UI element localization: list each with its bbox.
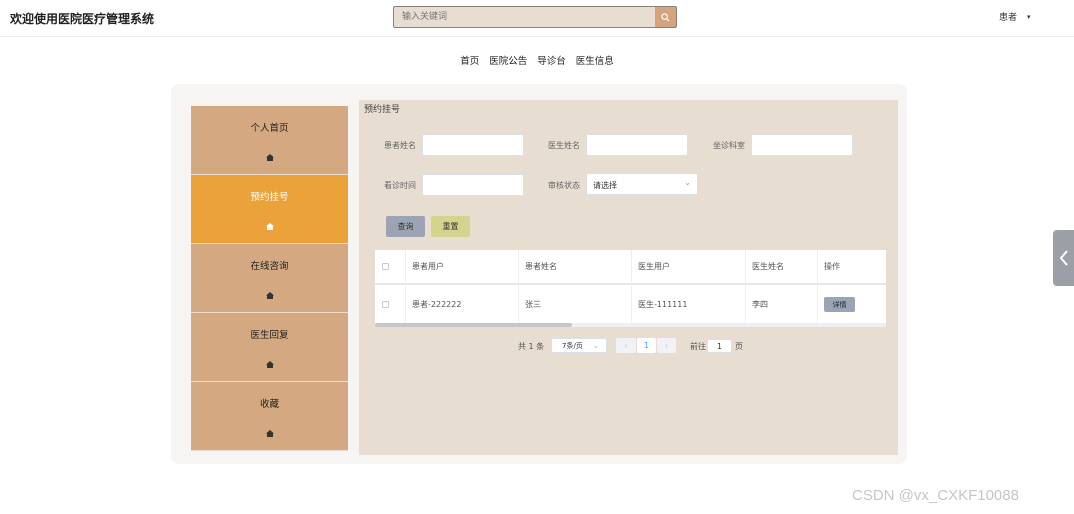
page-title: 预约挂号 (364, 105, 401, 115)
column-header: 医生姓名 (746, 250, 818, 283)
user-label: 患者 (999, 13, 1018, 23)
sidebar-item-doctor-reply[interactable]: 医生回复 (191, 313, 348, 382)
sidebar-item-label: 个人首页 (250, 122, 289, 134)
table-cell: 张三 (519, 286, 632, 323)
top-nav: 首页 医院公告 导诊台 医生信息 (0, 53, 1074, 67)
visit-time-label: 看诊时间 (384, 181, 416, 190)
sidebar: 个人首页 预约挂号 在线咨询 医生回复 收藏 (191, 106, 348, 451)
nav-doctor-info[interactable]: 医生信息 (576, 53, 614, 67)
visit-time-input[interactable] (422, 174, 524, 196)
page-size-select[interactable]: 7条/页 ⌄ (551, 338, 607, 353)
column-header: 患者用户 (406, 250, 519, 283)
review-status-select[interactable]: 请选择 ⌄ (586, 173, 698, 195)
nav-home[interactable]: 首页 (460, 53, 479, 67)
patient-name-input[interactable] (422, 134, 524, 156)
header: 欢迎使用医院医疗管理系统 患者 ▾ (0, 0, 1074, 37)
select-all-cell (375, 250, 406, 283)
sidebar-item-consultation[interactable]: 在线咨询 (191, 244, 348, 313)
home-icon (265, 153, 274, 161)
total-count: 共 1 条 (518, 342, 545, 351)
sidebar-item-label: 收藏 (259, 398, 279, 410)
reset-button[interactable]: 重置 (431, 216, 470, 237)
chevron-left-icon (1059, 250, 1068, 266)
goto-page-input[interactable]: 1 (707, 339, 732, 353)
sidebar-item-label: 预约挂号 (250, 191, 289, 203)
home-icon (265, 291, 274, 299)
detail-button[interactable]: 详情 (824, 297, 855, 312)
row-checkbox[interactable] (382, 301, 389, 308)
search-icon (661, 12, 670, 21)
collapse-handle[interactable] (1053, 230, 1074, 286)
home-icon (265, 222, 274, 230)
table-row: 患者-222222 张三 医生-111111 李四 详情 (375, 286, 886, 323)
patient-name-label: 患者姓名 (384, 141, 416, 150)
column-header: 操作 (824, 262, 840, 271)
column-header: 患者姓名 (519, 250, 632, 283)
review-status-value: 请选择 (593, 181, 617, 190)
select-all-checkbox[interactable] (382, 263, 389, 270)
appointment-table: 患者用户 患者姓名 医生用户 医生姓名 操作 患者-222222 张三 医生-1… (375, 250, 886, 327)
sidebar-item-appointment[interactable]: 预约挂号 (191, 175, 348, 244)
prev-page-button[interactable]: ‹ (616, 338, 636, 353)
current-page[interactable]: 1 (637, 338, 656, 353)
user-menu[interactable]: 患者 ▾ (999, 10, 1031, 24)
sidebar-item-label: 在线咨询 (250, 260, 289, 272)
doctor-name-label: 医生姓名 (548, 141, 580, 150)
query-button[interactable]: 查询 (386, 216, 425, 237)
search-button[interactable] (655, 7, 676, 27)
search-box (393, 6, 677, 28)
chevron-down-icon: ▾ (1027, 12, 1031, 21)
table-cell: 医生-111111 (632, 286, 746, 323)
scrollbar-thumb[interactable] (375, 323, 572, 327)
chevron-down-icon: ⌄ (684, 178, 691, 187)
table-header-row: 患者用户 患者姓名 医生用户 医生姓名 操作 (375, 250, 886, 285)
page-suffix: 页 (735, 342, 743, 351)
content-area: 预约挂号 患者姓名 医生姓名 坐诊科室 看诊时间 审核状态 请选择 ⌄ 查询 重… (359, 100, 898, 455)
app-title: 欢迎使用医院医疗管理系统 (10, 12, 155, 26)
table-cell: 李四 (746, 286, 818, 323)
home-icon (265, 429, 274, 437)
search-input[interactable] (394, 7, 656, 27)
doctor-name-input[interactable] (586, 134, 688, 156)
home-icon (265, 360, 274, 368)
action-cell: 详情 (818, 286, 886, 323)
nav-guide-desk[interactable]: 导诊台 (537, 53, 566, 67)
sidebar-item-favorites[interactable]: 收藏 (191, 382, 348, 451)
page-size-value: 7条/页 (562, 341, 583, 350)
chevron-down-icon: ⌄ (592, 341, 599, 350)
sidebar-item-label: 医生回复 (250, 329, 289, 341)
goto-label: 前往 (690, 342, 706, 351)
department-input[interactable] (751, 134, 853, 156)
column-header: 医生用户 (632, 250, 746, 283)
table-cell: 患者-222222 (406, 286, 519, 323)
horizontal-scrollbar[interactable] (375, 323, 886, 327)
row-select-cell (375, 286, 406, 323)
department-label: 坐诊科室 (713, 141, 745, 150)
next-page-button[interactable]: › (657, 338, 676, 353)
sidebar-item-profile[interactable]: 个人首页 (191, 106, 348, 175)
review-status-label: 审核状态 (548, 181, 580, 190)
nav-announcements[interactable]: 医院公告 (489, 53, 527, 67)
watermark: CSDN @vx_CXKF10088 (852, 487, 1019, 504)
